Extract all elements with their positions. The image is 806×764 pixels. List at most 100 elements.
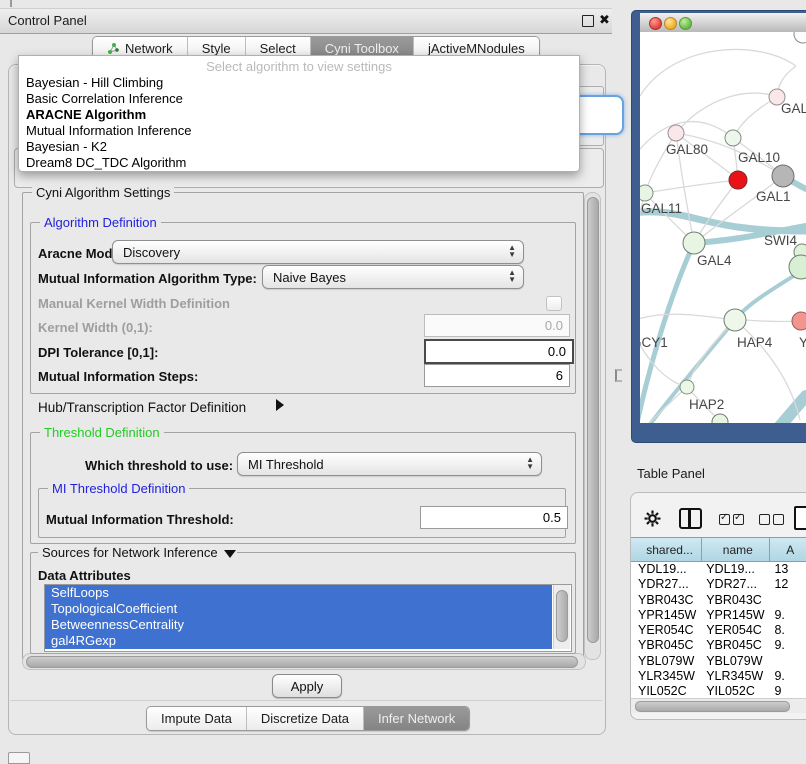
column-header[interactable]: name xyxy=(702,538,770,561)
table-cell: 13 xyxy=(770,562,806,577)
table-cell: YPR145W xyxy=(631,608,702,623)
network-node-gal1[interactable] xyxy=(772,165,794,187)
expand-arrow-icon[interactable] xyxy=(276,399,284,411)
kernel-width-field[interactable]: 0.0 xyxy=(424,314,570,337)
columns-icon[interactable] xyxy=(679,508,702,529)
new-table-icon[interactable] xyxy=(794,506,806,530)
close-traffic-light-icon[interactable] xyxy=(649,17,662,30)
hide-columns-icon[interactable] xyxy=(759,512,787,530)
column-header[interactable]: shared... xyxy=(631,538,702,561)
table-row[interactable]: YER054CYER054C8. xyxy=(631,623,806,638)
minimized-panel-icon[interactable] xyxy=(8,752,30,764)
mi-threshold-title: MI Threshold Definition xyxy=(48,481,189,496)
aracne-mode-combo[interactable]: Discovery ▲▼ xyxy=(112,240,524,264)
network-node-hap4[interactable] xyxy=(724,309,746,331)
algorithm-option[interactable]: Bayesian - Hill Climbing xyxy=(19,75,579,91)
collapse-arrow-icon[interactable] xyxy=(224,550,236,558)
close-icon[interactable]: ✖ xyxy=(599,12,610,28)
attribute-item[interactable]: gal4RGexp xyxy=(45,633,552,649)
table-row[interactable]: YBR045CYBR045C9. xyxy=(631,638,806,653)
scrollbar-thumb[interactable] xyxy=(587,197,599,643)
network-node-gal11[interactable] xyxy=(640,185,653,201)
network-node[interactable] xyxy=(729,171,747,189)
mi-threshold-field[interactable]: 0.5 xyxy=(420,506,568,529)
algorithm-option[interactable]: ARACNE Algorithm xyxy=(19,107,579,123)
table-cell: YBR043C xyxy=(631,593,702,608)
which-threshold-combo[interactable]: MI Threshold ▲▼ xyxy=(237,452,542,476)
node-label: GCY1 xyxy=(640,335,668,350)
network-node-y[interactable] xyxy=(792,312,806,330)
network-window-titlebar[interactable] xyxy=(640,13,806,33)
network-node-gal4[interactable] xyxy=(683,232,705,254)
tab-discretize-data[interactable]: Discretize Data xyxy=(247,707,364,730)
panel-bottom-divider xyxy=(10,700,602,701)
node-label: GAL11 xyxy=(641,201,682,216)
network-node-labels: GALGAL80GAL10GAL1GAL11GAL4SWI4GCY1HAP4YH… xyxy=(640,101,806,412)
table-cell: YER054C xyxy=(702,623,770,638)
table-cell: YLR345W xyxy=(631,669,702,684)
algorithm-dropdown: Select algorithm to view settings Bayesi… xyxy=(18,55,580,172)
list-scrollbar[interactable] xyxy=(553,585,570,649)
column-header[interactable]: A xyxy=(770,538,806,561)
hub-section-label[interactable]: Hub/Transcription Factor Definition xyxy=(38,400,246,415)
network-node[interactable] xyxy=(794,32,806,43)
gear-icon[interactable] xyxy=(644,510,661,527)
table-row[interactable]: YLR345WYLR345W9. xyxy=(631,669,806,684)
algorithm-dropdown-list: Bayesian - Hill ClimbingBasic Correlatio… xyxy=(19,75,579,171)
control-panel-titlebar: Control Panel ✖ xyxy=(0,8,612,34)
table-row[interactable]: YBL079WYBL079W xyxy=(631,654,806,669)
algorithm-option[interactable]: Bayesian - K2 xyxy=(19,139,579,155)
manual-kernel-checkbox[interactable] xyxy=(546,296,562,311)
algorithm-dropdown-placeholder: Select algorithm to view settings xyxy=(19,59,579,74)
combo-stepper-icon: ▲▼ xyxy=(508,269,516,283)
attribute-item[interactable]: TopologicalCoefficient xyxy=(45,601,552,617)
window-edge-artifact xyxy=(10,0,12,7)
table-cell: YDL19... xyxy=(702,562,770,577)
sources-title[interactable]: Sources for Network Inference xyxy=(38,545,237,560)
table-horizontal-scrollbar[interactable] xyxy=(631,698,806,713)
tab-infer-network[interactable]: Infer Network xyxy=(364,707,469,730)
mi-type-combo[interactable]: Naive Bayes ▲▼ xyxy=(262,265,524,289)
algorithm-option[interactable]: Mutual Information Inference xyxy=(19,123,579,139)
table-cell: YBR045C xyxy=(702,638,770,653)
algorithm-option[interactable]: Dream8 DC_TDC Algorithm xyxy=(19,155,579,171)
tab-label: Style xyxy=(202,41,231,56)
settings-group-title: Cyni Algorithm Settings xyxy=(32,185,174,200)
table-cell: YER054C xyxy=(631,623,702,638)
table-row[interactable]: YBR043CYBR043C xyxy=(631,593,806,608)
aracne-mode-value: Discovery xyxy=(123,245,180,260)
table-cell: YIL052C xyxy=(702,684,770,699)
settings-vertical-scrollbar[interactable] xyxy=(584,192,601,660)
network-node-gal10[interactable] xyxy=(725,130,741,146)
table-header-row: shared...nameA xyxy=(631,537,806,562)
zoom-traffic-light-icon[interactable] xyxy=(679,17,692,30)
table-row[interactable]: YDR27...YDR27...12 xyxy=(631,577,806,592)
algorithm-option[interactable]: Basic Correlation Inference xyxy=(19,91,579,107)
panel-splitter-handle[interactable] xyxy=(615,369,622,382)
dpi-tolerance-label: DPI Tolerance [0,1]: xyxy=(38,345,158,360)
float-window-icon[interactable] xyxy=(582,15,594,27)
table-row[interactable]: YDL19...YDL19...13 xyxy=(631,562,806,577)
node-label: GAL xyxy=(781,101,806,116)
table-panel-title: Table Panel xyxy=(637,466,705,481)
apply-button[interactable]: Apply xyxy=(272,674,342,698)
settings-horizontal-scrollbar[interactable] xyxy=(22,653,586,670)
scrollbar-thumb[interactable] xyxy=(635,701,790,712)
table-row[interactable]: YIL052CYIL052C9 xyxy=(631,684,806,699)
show-columns-icon[interactable] xyxy=(719,512,747,530)
attribute-item[interactable]: BetweennessCentrality xyxy=(45,617,552,633)
algorithm-definition-title: Algorithm Definition xyxy=(40,215,161,230)
scrollbar-thumb[interactable] xyxy=(26,656,578,668)
scrollbar-thumb[interactable] xyxy=(556,590,568,642)
mi-steps-field[interactable]: 6 xyxy=(424,364,570,387)
tab-impute-data[interactable]: Impute Data xyxy=(147,707,247,730)
network-icon xyxy=(107,42,120,55)
network-node-hap2[interactable] xyxy=(680,380,694,394)
table-cell: YBL079W xyxy=(702,654,770,669)
network-node-gal80[interactable] xyxy=(668,125,684,141)
attribute-item[interactable]: SelfLoops xyxy=(45,585,552,601)
table-row[interactable]: YPR145WYPR145W9. xyxy=(631,608,806,623)
minimize-traffic-light-icon[interactable] xyxy=(664,17,677,30)
node-label: Y xyxy=(799,335,806,350)
dpi-tolerance-field[interactable]: 0.0 xyxy=(424,339,574,364)
